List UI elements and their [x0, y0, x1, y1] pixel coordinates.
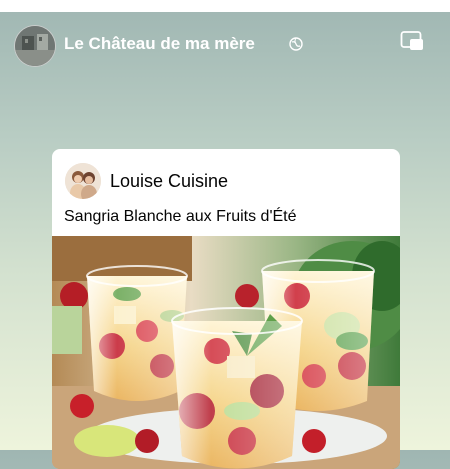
- post-caption: Sangria Blanche aux Fruits d'Été: [64, 208, 297, 225]
- status-strip: [0, 0, 450, 12]
- page-avatar[interactable]: [14, 25, 56, 67]
- globe-icon: [289, 37, 303, 51]
- page-avatar-image: [15, 26, 55, 66]
- author-avatar[interactable]: [65, 163, 101, 199]
- left-glass: [86, 265, 188, 401]
- author-avatar-image: [65, 163, 101, 199]
- shared-post-card[interactable]: Louise Cuisine Sangria Blanche aux Fruit…: [52, 149, 400, 469]
- page-title[interactable]: Le Château de ma mère: [64, 34, 255, 54]
- page-header: Le Château de ma mère: [0, 12, 450, 76]
- picture-in-picture-icon[interactable]: [400, 30, 424, 52]
- sangria-glasses-photo[interactable]: [52, 236, 400, 469]
- center-glass: [171, 307, 303, 469]
- post-author-name[interactable]: Louise Cuisine: [110, 171, 228, 192]
